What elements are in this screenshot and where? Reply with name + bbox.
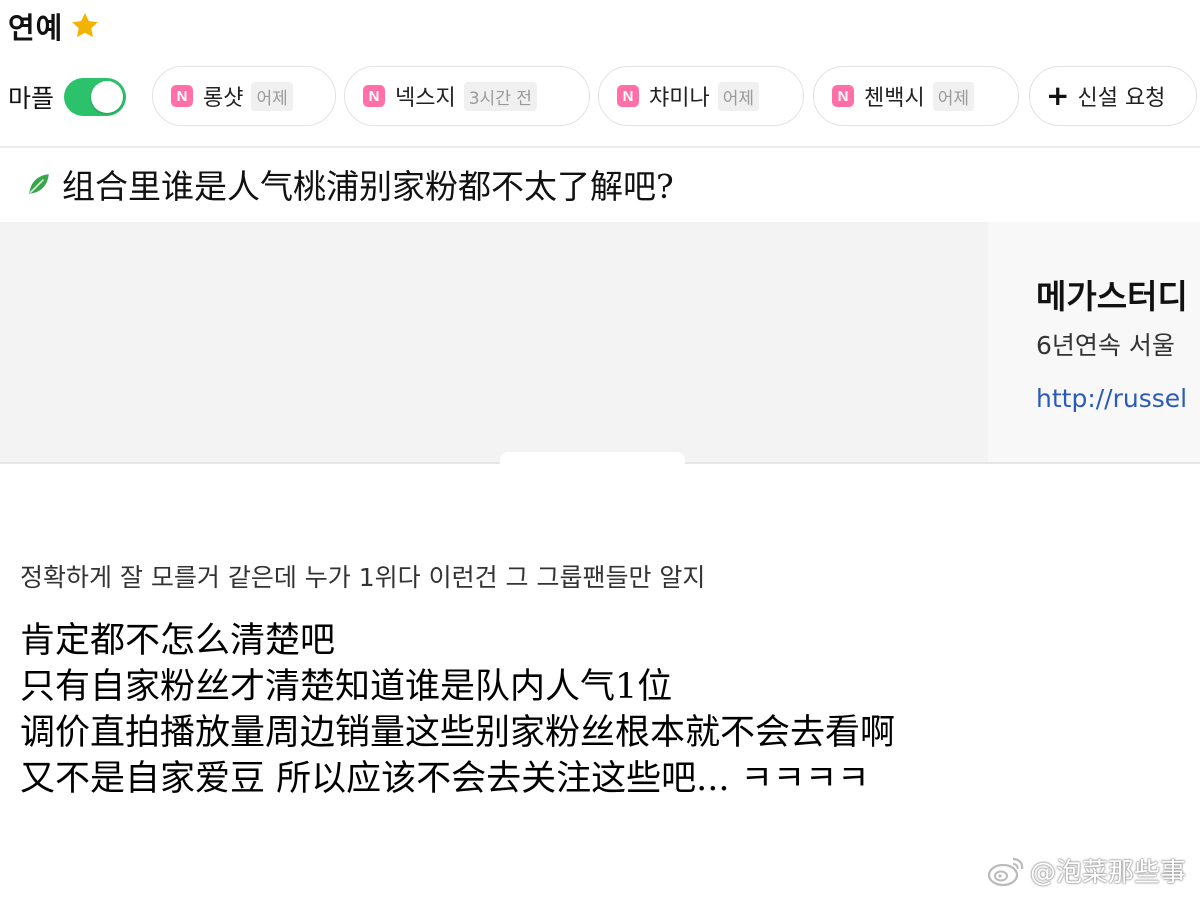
chip-name: 첸백시 <box>864 86 925 111</box>
new-badge-icon: N <box>617 85 639 107</box>
ad-card[interactable]: 메가스터디 6년연속 서울 http://russel <box>988 222 1200 462</box>
chip-name: 롱샷 <box>203 86 244 111</box>
channel-chip-1[interactable]: N 롱샷 어제 <box>152 66 336 126</box>
translation-line: 肯定都不怎么清楚吧 <box>20 621 336 661</box>
ad-subtitle: 6년연속 서울 <box>1036 331 1175 360</box>
post-title: 组合里谁是人气桃浦别家粉都不太了解吧? <box>62 167 674 206</box>
weibo-logo-icon <box>987 857 1024 886</box>
ad-tab-notch <box>500 452 685 466</box>
new-badge-icon: N <box>832 85 854 107</box>
new-badge-icon: N <box>363 85 385 107</box>
watermark: @泡菜那些事 <box>986 852 1186 889</box>
request-new-channel-button[interactable]: + 신설 요청 <box>1029 66 1197 126</box>
chip-name: 챠미나 <box>649 86 710 111</box>
channel-chip-2[interactable]: N 넥스지 3시간 전 <box>344 66 590 126</box>
leaf-icon <box>29 174 49 194</box>
board-header: 연예 <box>8 6 101 46</box>
post-title-row: 组合里谁是人气桃浦别家粉都不太了解吧? <box>26 156 674 212</box>
chip-time: 어제 <box>717 81 760 111</box>
chip-time: 어제 <box>932 81 975 111</box>
ad-link[interactable]: http://russel <box>1036 384 1187 413</box>
channel-chip-4[interactable]: N 첸백시 어제 <box>813 66 1019 126</box>
translation-line: 又不是自家爱豆 所以应该不会去关注这些吧... ㅋㅋㅋㅋ <box>20 759 870 799</box>
chip-time: 어제 <box>251 81 293 111</box>
watermark-text: @泡菜那些事 <box>1029 858 1186 888</box>
ad-title: 메가스터디 <box>1036 277 1188 316</box>
board-title: 연예 <box>8 11 64 45</box>
header-divider <box>0 146 1200 148</box>
chips-container: N 롱샷 어제 N 넥스지 3시간 전 N 챠미나 어제 N 첸백시 어제 + … <box>0 66 1200 128</box>
star-icon[interactable] <box>69 10 101 42</box>
request-label: 신설 요청 <box>1077 86 1166 111</box>
translation-line: 调价直拍播放量周边销量这些别家粉丝根本就不会去看啊 <box>20 713 896 753</box>
new-badge-icon: N <box>171 85 193 107</box>
channel-chip-3[interactable]: N 챠미나 어제 <box>598 66 804 126</box>
plus-icon: + <box>1046 79 1070 112</box>
comment-text: 정확하게 잘 모를거 같은데 누가 1위다 이런건 그 그룹팬들만 알지 <box>20 563 706 592</box>
chip-name: 넥스지 <box>395 86 456 111</box>
chip-time: 3시간 전 <box>463 81 537 111</box>
translation-line: 只有自家粉丝才清楚知道谁是队内人气1位 <box>20 667 673 707</box>
translation-block: 肯定都不怎么清楚吧 只有自家粉丝才清楚知道谁是队内人气1位 调价直拍播放量周边销… <box>20 618 895 802</box>
